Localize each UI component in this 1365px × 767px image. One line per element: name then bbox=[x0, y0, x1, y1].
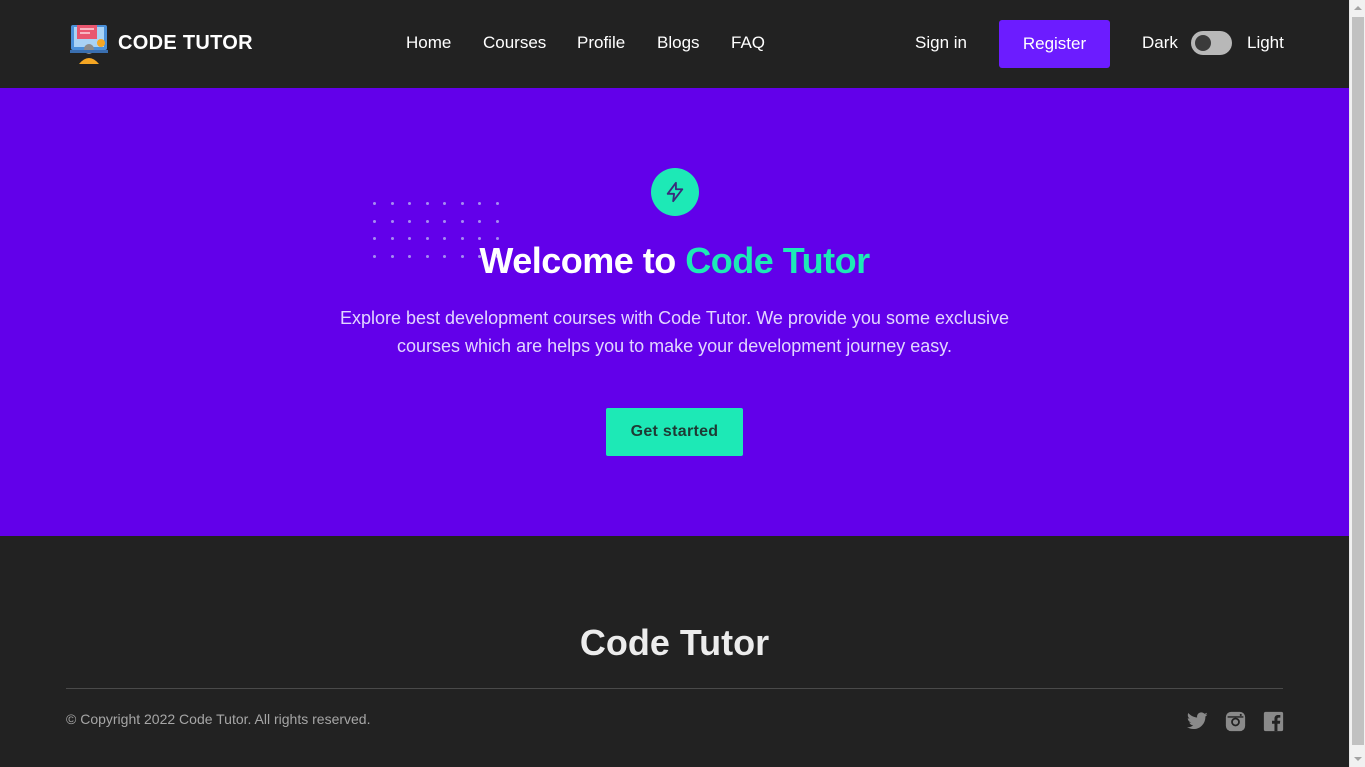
nav-profile[interactable]: Profile bbox=[577, 33, 625, 53]
theme-dark-label: Dark bbox=[1142, 33, 1178, 52]
decorative-dot bbox=[425, 202, 429, 205]
decorative-dot bbox=[408, 202, 411, 205]
lightning-bolt-icon bbox=[651, 168, 699, 216]
decorative-dot bbox=[460, 202, 464, 205]
nav-faq[interactable]: FAQ bbox=[731, 33, 765, 53]
footer-title: Code Tutor bbox=[579, 622, 770, 663]
hero-title: Welcome to Code Tutor bbox=[0, 240, 1349, 282]
facebook-icon[interactable] bbox=[1262, 710, 1284, 732]
scroll-up-arrow-icon[interactable] bbox=[1350, 0, 1365, 16]
decorative-dot bbox=[443, 202, 446, 205]
theme-toggle[interactable] bbox=[1191, 31, 1232, 55]
scroll-down-arrow-icon[interactable] bbox=[1350, 751, 1365, 767]
page: CODE TUTOR Home Courses Profile Blogs FA… bbox=[0, 0, 1349, 767]
decorative-dot bbox=[408, 219, 411, 223]
brand-name: CODE TUTOR bbox=[118, 31, 253, 54]
hero-description: Explore best development courses with Co… bbox=[339, 308, 1009, 356]
decorative-dot bbox=[443, 219, 446, 223]
hero-title-accent: Code Tutor bbox=[685, 240, 870, 281]
sign-in-link[interactable]: Sign in bbox=[915, 33, 967, 53]
vertical-scrollbar[interactable] bbox=[1349, 0, 1365, 767]
copyright-text: © Copyright 2022 Code Tutor. All rights … bbox=[66, 711, 371, 727]
decorative-dot bbox=[425, 219, 429, 223]
decorative-dot bbox=[390, 219, 394, 223]
nav-blogs[interactable]: Blogs bbox=[657, 33, 700, 53]
get-started-button[interactable]: Get started bbox=[606, 408, 743, 456]
decorative-dot bbox=[460, 219, 464, 223]
theme-light-label: Light bbox=[1247, 33, 1284, 52]
decorative-dot bbox=[495, 202, 499, 205]
nav-courses[interactable]: Courses bbox=[483, 33, 546, 53]
decorative-dot bbox=[495, 219, 499, 223]
decorative-dot bbox=[390, 202, 394, 205]
decorative-dot bbox=[478, 202, 481, 205]
instagram-icon[interactable] bbox=[1224, 710, 1246, 732]
footer-divider bbox=[66, 688, 1283, 689]
register-button[interactable]: Register bbox=[999, 20, 1110, 68]
decorative-dot bbox=[478, 219, 481, 223]
twitter-icon[interactable] bbox=[1186, 710, 1208, 732]
computer-tutor-logo-icon bbox=[68, 22, 110, 64]
nav-home[interactable]: Home bbox=[406, 33, 451, 53]
decorative-dot bbox=[373, 202, 376, 205]
decorative-dot bbox=[373, 219, 376, 223]
hero-title-prefix: Welcome to bbox=[479, 240, 686, 281]
top-navbar: CODE TUTOR Home Courses Profile Blogs FA… bbox=[0, 0, 1349, 88]
brand-logo-link[interactable]: CODE TUTOR bbox=[68, 22, 253, 64]
scrollbar-thumb[interactable] bbox=[1352, 17, 1364, 745]
theme-toggle-knob bbox=[1195, 35, 1211, 51]
